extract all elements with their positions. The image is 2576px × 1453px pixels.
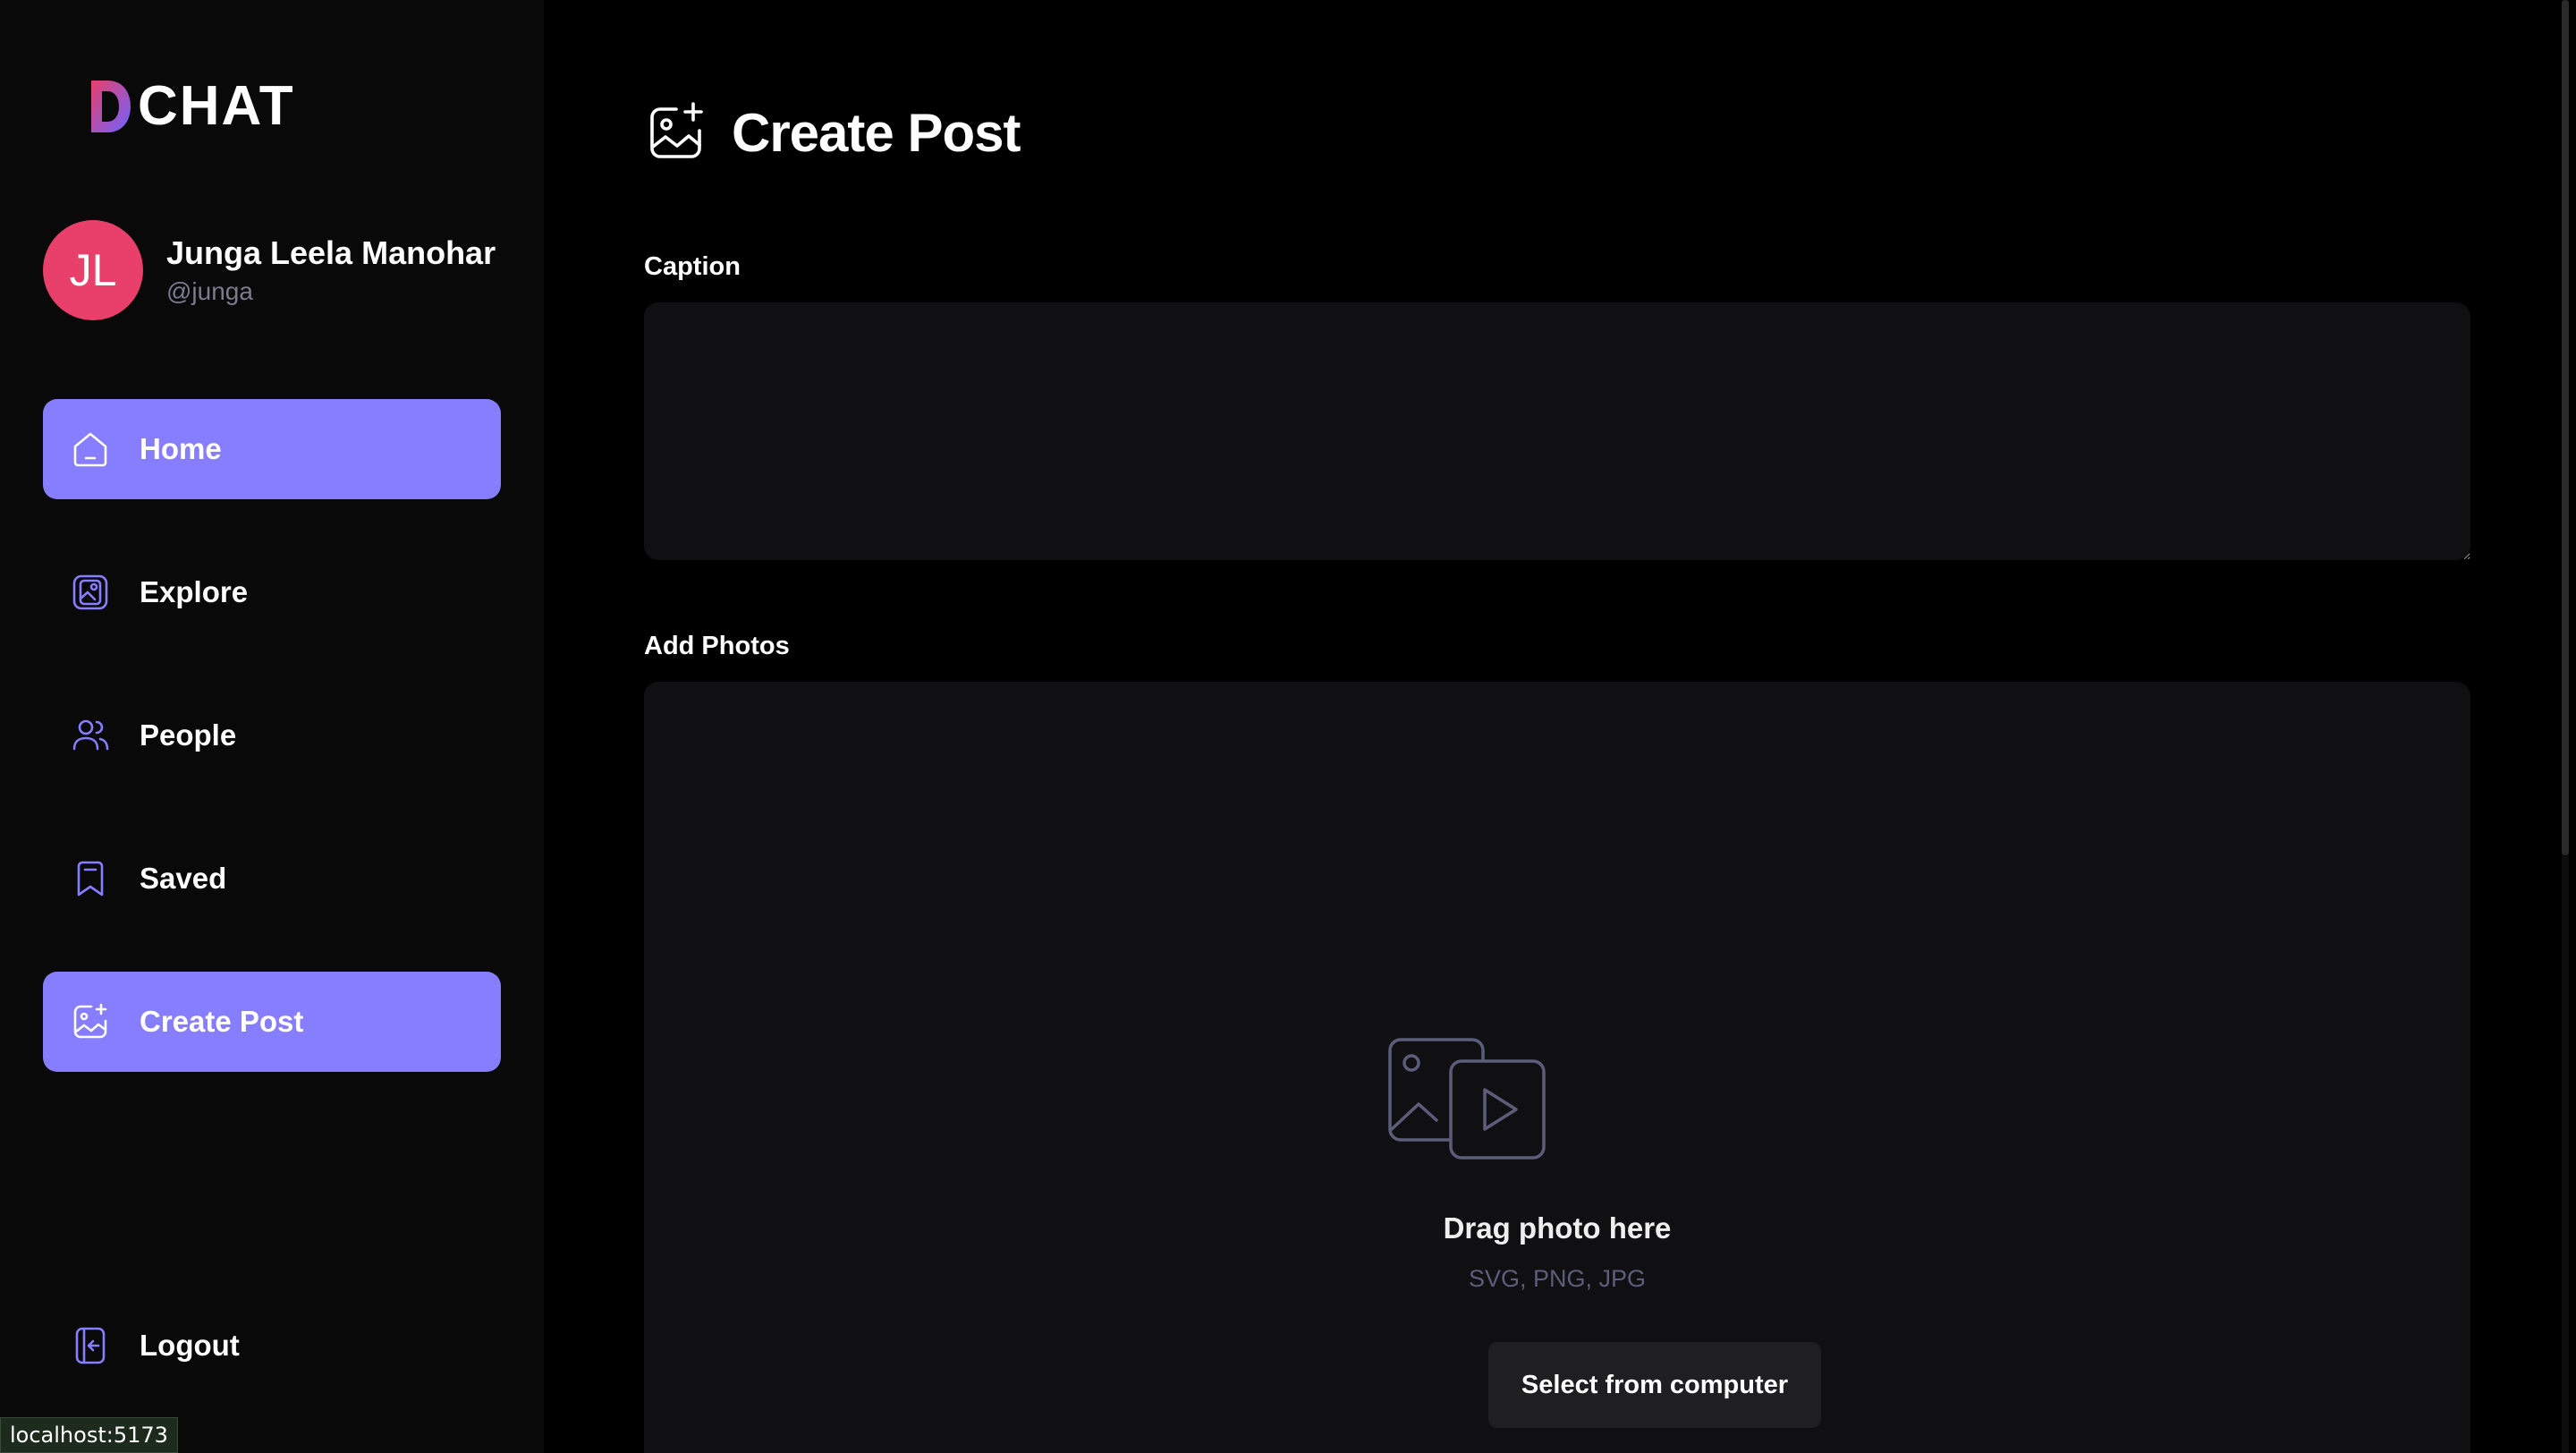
sidebar-item-saved[interactable]: Saved (43, 828, 501, 929)
logo-text: CHAT (138, 75, 295, 137)
sidebar-item-explore[interactable]: Explore (43, 542, 501, 642)
sidebar-item-label: People (140, 718, 237, 752)
browser-status-url: localhost:5173 (0, 1417, 178, 1453)
drop-title: Drag photo here (1443, 1211, 1672, 1245)
logo-d-icon (91, 81, 131, 132)
scrollbar-thumb[interactable] (2562, 0, 2569, 855)
sidebar-item-label: Saved (140, 862, 227, 895)
sidebar-item-label: Create Post (140, 1005, 304, 1038)
logout-icon (70, 1325, 111, 1366)
sidebar-item-create-post[interactable]: Create Post (43, 972, 501, 1072)
sidebar-item-home[interactable]: Home (43, 399, 501, 499)
sidebar-item-label: Home (140, 432, 222, 465)
logout-button[interactable]: Logout (43, 1296, 501, 1396)
sidebar-item-label: Explore (140, 575, 249, 608)
user-profile[interactable]: JL Junga Leela Manohar @junga (43, 220, 496, 320)
logout-label: Logout (140, 1329, 240, 1362)
select-from-computer-button[interactable]: Select from computer (1488, 1342, 1821, 1428)
drop-file-types: SVG, PNG, JPG (1468, 1265, 1647, 1292)
scrollbar[interactable] (2562, 0, 2569, 1453)
profile-handle: @junga (166, 277, 253, 305)
page-title: Create Post (732, 102, 1021, 163)
add-photos-label: Add Photos (644, 632, 790, 660)
page-header: Create Post (644, 100, 1021, 165)
file-upload-icon (1388, 1038, 1546, 1160)
profile-name: Junga Leela Manohar (166, 234, 496, 271)
home-icon (70, 429, 111, 470)
avatar: JL (43, 220, 143, 320)
sidebar-item-people[interactable]: People (43, 685, 501, 786)
bookmark-icon (70, 858, 111, 899)
people-icon (70, 715, 111, 756)
gallery-add-icon (650, 102, 703, 158)
photo-dropzone[interactable]: Drag photo here SVG, PNG, JPG Select fro… (644, 682, 2470, 1453)
caption-input[interactable] (644, 302, 2470, 560)
main-content: Create Post Caption Add Photos Drag phot… (544, 0, 2569, 1453)
app-logo[interactable]: CHAT (88, 75, 295, 138)
gallery-add-icon (70, 1001, 111, 1042)
gallery-icon (70, 572, 111, 613)
sidebar: CHAT JL Junga Leela Manohar @junga Home (0, 0, 544, 1453)
sidebar-nav: Home Explore People Saved Create Post (43, 399, 501, 1115)
caption-label: Caption (644, 252, 741, 281)
